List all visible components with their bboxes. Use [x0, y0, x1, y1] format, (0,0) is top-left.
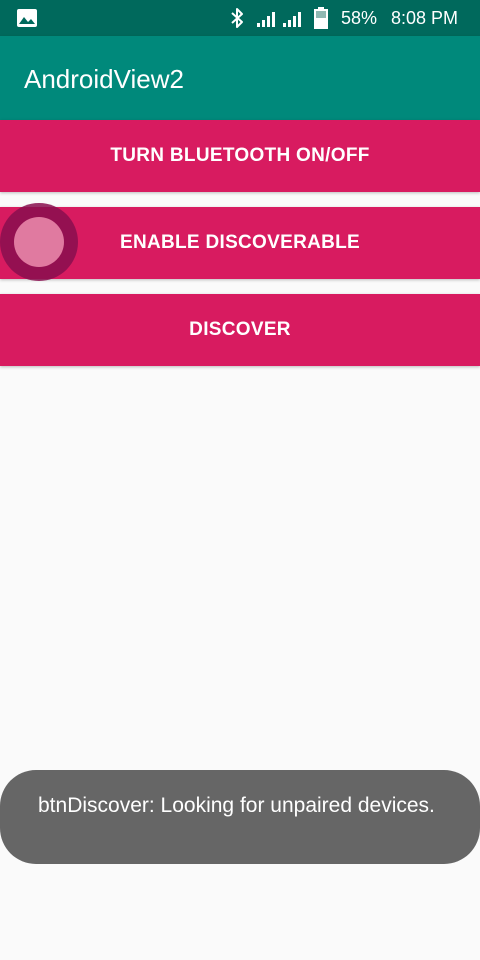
signal-icon: [257, 12, 275, 27]
discover-button[interactable]: DISCOVER: [0, 294, 480, 366]
app-title: AndroidView2: [24, 64, 184, 94]
toast-message: btnDiscover: Looking for unpaired device…: [0, 770, 480, 864]
clock: 8:08 PM: [391, 8, 459, 28]
app-bar: AndroidView2: [0, 36, 480, 120]
image-icon: [17, 9, 37, 27]
bluetooth-icon: [231, 8, 243, 28]
touch-indicator: [0, 203, 78, 281]
battery-level: 58%: [341, 8, 378, 28]
touch-indicator-dot: [14, 217, 64, 267]
turn-bluetooth-button[interactable]: TURN BLUETOOTH ON/OFF: [0, 120, 480, 192]
battery-icon: [314, 7, 328, 29]
status-bar: 58% 8:08 PM: [0, 0, 480, 36]
signal-icon: [283, 12, 301, 27]
